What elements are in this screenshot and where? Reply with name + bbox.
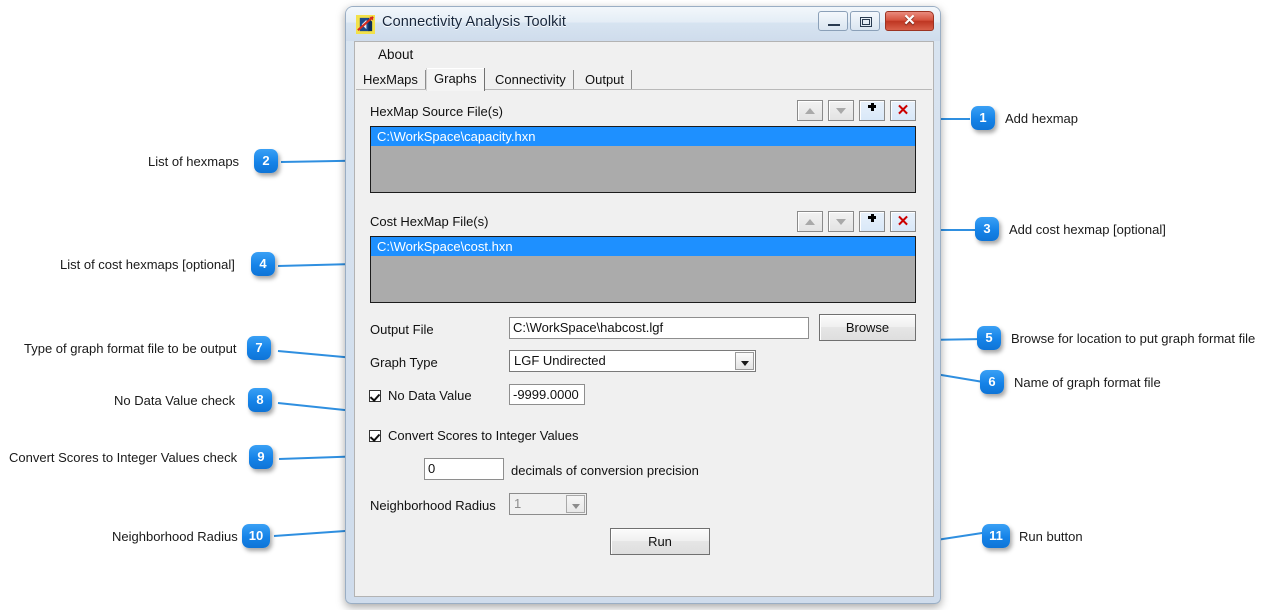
output-file-label: Output File (370, 322, 434, 337)
callout-label-8: No Data Value check (114, 393, 236, 408)
menu-bar: About (355, 42, 933, 66)
no-data-value-label: No Data Value (388, 388, 472, 403)
graph-type-value: LGF Undirected (514, 353, 606, 368)
tab-hexmaps[interactable]: HexMaps (356, 70, 426, 90)
tab-output[interactable]: Output (578, 70, 633, 90)
hexmap-move-up-button[interactable] (797, 100, 823, 121)
output-file-input[interactable]: C:\WorkSpace\habcost.lgf (509, 317, 809, 339)
chevron-down-icon (836, 219, 846, 225)
neighborhood-radius-select[interactable]: 1 (509, 493, 587, 515)
callout-badge-11: 11 (982, 524, 1010, 548)
cost-hexmap-listbox[interactable]: C:\WorkSpace\cost.hxn (370, 236, 916, 303)
callout-label-7: Type of graph format file to be output (24, 341, 237, 356)
red-x-icon: ✕ (896, 102, 910, 119)
precision-label: decimals of conversion precision (511, 463, 699, 478)
callout-badge-1: 1 (971, 106, 995, 130)
hexmap-add-button[interactable] (859, 100, 885, 121)
callout-label-11: Run button (1019, 529, 1083, 544)
neighborhood-radius-label: Neighborhood Radius (370, 498, 496, 513)
convert-scores-label: Convert Scores to Integer Values (388, 428, 579, 443)
callout-badge-6: 6 (980, 370, 1004, 394)
red-x-icon: ✕ (896, 213, 910, 230)
minimize-icon (828, 24, 840, 26)
hexmap-source-label: HexMap Source File(s) (370, 104, 503, 119)
close-button[interactable]: ✕ (885, 11, 934, 31)
chevron-up-icon (805, 219, 815, 225)
hexmap-remove-button[interactable]: ✕ (890, 100, 916, 121)
callout-badge-10: 10 (242, 524, 270, 548)
cost-add-button[interactable] (859, 211, 885, 232)
cost-move-down-button[interactable] (828, 211, 854, 232)
graph-type-label: Graph Type (370, 355, 438, 370)
client-area: About HexMaps Graphs Connectivity Output… (354, 41, 934, 597)
application-window: Connectivity Analysis Toolkit ✕ About He… (345, 6, 941, 604)
plus-icon (860, 101, 884, 120)
hexmap-source-listbox[interactable]: C:\WorkSpace\capacity.hxn (370, 126, 916, 193)
tab-connectivity[interactable]: Connectivity (488, 70, 574, 90)
callout-label-9: Convert Scores to Integer Values check (9, 450, 238, 465)
list-item[interactable]: C:\WorkSpace\capacity.hxn (371, 127, 915, 146)
browse-button[interactable]: Browse (819, 314, 916, 341)
callout-label-5: Browse for location to put graph format … (1011, 331, 1256, 346)
chevron-down-icon (836, 108, 846, 114)
callout-label-2: List of hexmaps (148, 154, 240, 169)
callout-badge-5: 5 (977, 326, 1001, 350)
callout-badge-4: 4 (251, 252, 275, 276)
callout-label-10: Neighborhood Radius (112, 529, 238, 544)
title-bar[interactable]: Connectivity Analysis Toolkit ✕ (346, 7, 940, 41)
minimize-button[interactable] (818, 11, 848, 31)
callout-badge-7: 7 (247, 336, 271, 360)
window-title: Connectivity Analysis Toolkit (382, 14, 566, 30)
cost-hexmap-label: Cost HexMap File(s) (370, 214, 489, 229)
run-button[interactable]: Run (610, 528, 710, 555)
tab-page-graphs: HexMap Source File(s) ✕ C:\WorkSpace\cap… (356, 89, 932, 596)
tab-graphs[interactable]: Graphs (426, 68, 485, 91)
close-icon: ✕ (903, 12, 916, 29)
hexmap-move-down-button[interactable] (828, 100, 854, 121)
tab-strip: HexMaps Graphs Connectivity Output (356, 68, 934, 91)
callout-badge-2: 2 (254, 149, 278, 173)
neighborhood-radius-value: 1 (514, 496, 522, 511)
checkbox-box (369, 390, 381, 402)
callout-badge-8: 8 (248, 388, 272, 412)
menu-item-about[interactable]: About (373, 45, 418, 64)
checkbox-box (369, 430, 381, 442)
chevron-down-icon[interactable] (735, 352, 754, 370)
callout-label-3: Add cost hexmap [optional] (1009, 222, 1166, 237)
callout-badge-3: 3 (975, 217, 999, 241)
callout-label-6: Name of graph format file (1014, 375, 1161, 390)
callout-badge-9: 9 (249, 445, 273, 469)
callout-label-4: List of cost hexmaps [optional] (60, 257, 235, 272)
list-item[interactable]: C:\WorkSpace\cost.hxn (371, 237, 915, 256)
maximize-icon (860, 17, 872, 27)
cost-move-up-button[interactable] (797, 211, 823, 232)
no-data-value-input[interactable]: -9999.0000 (509, 384, 585, 405)
plus-icon (860, 212, 884, 231)
chevron-down-icon[interactable] (566, 495, 585, 513)
app-icon (356, 15, 375, 34)
chevron-up-icon (805, 108, 815, 114)
cost-remove-button[interactable]: ✕ (890, 211, 916, 232)
graph-type-select[interactable]: LGF Undirected (509, 350, 756, 372)
callout-label-1: Add hexmap (1005, 111, 1078, 126)
maximize-button[interactable] (850, 11, 880, 31)
precision-input[interactable]: 0 (424, 458, 504, 480)
